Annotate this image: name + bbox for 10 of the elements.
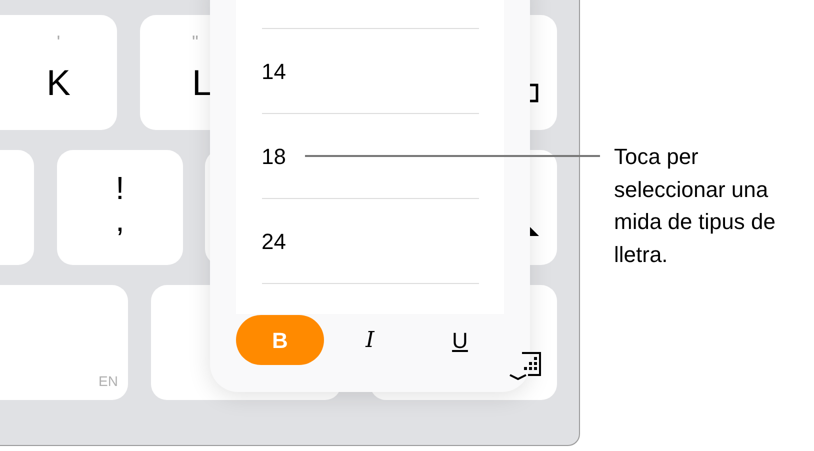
font-size-option[interactable]: 18 [262,140,286,172]
keyboard-key[interactable] [0,150,34,265]
text-style-button[interactable]: I [326,315,414,365]
font-size-option[interactable]: 14 [262,54,286,88]
keyboard-key[interactable]: ! , [57,150,183,265]
keyboard-key[interactable]: ' K [0,15,117,130]
text-style-button[interactable]: U [416,315,504,365]
callout-text: Toca per seleccionar una mida de tipus de lletra. [614,143,776,268]
font-size-option[interactable]: 24 [262,224,286,258]
bracket-icon [528,83,540,103]
